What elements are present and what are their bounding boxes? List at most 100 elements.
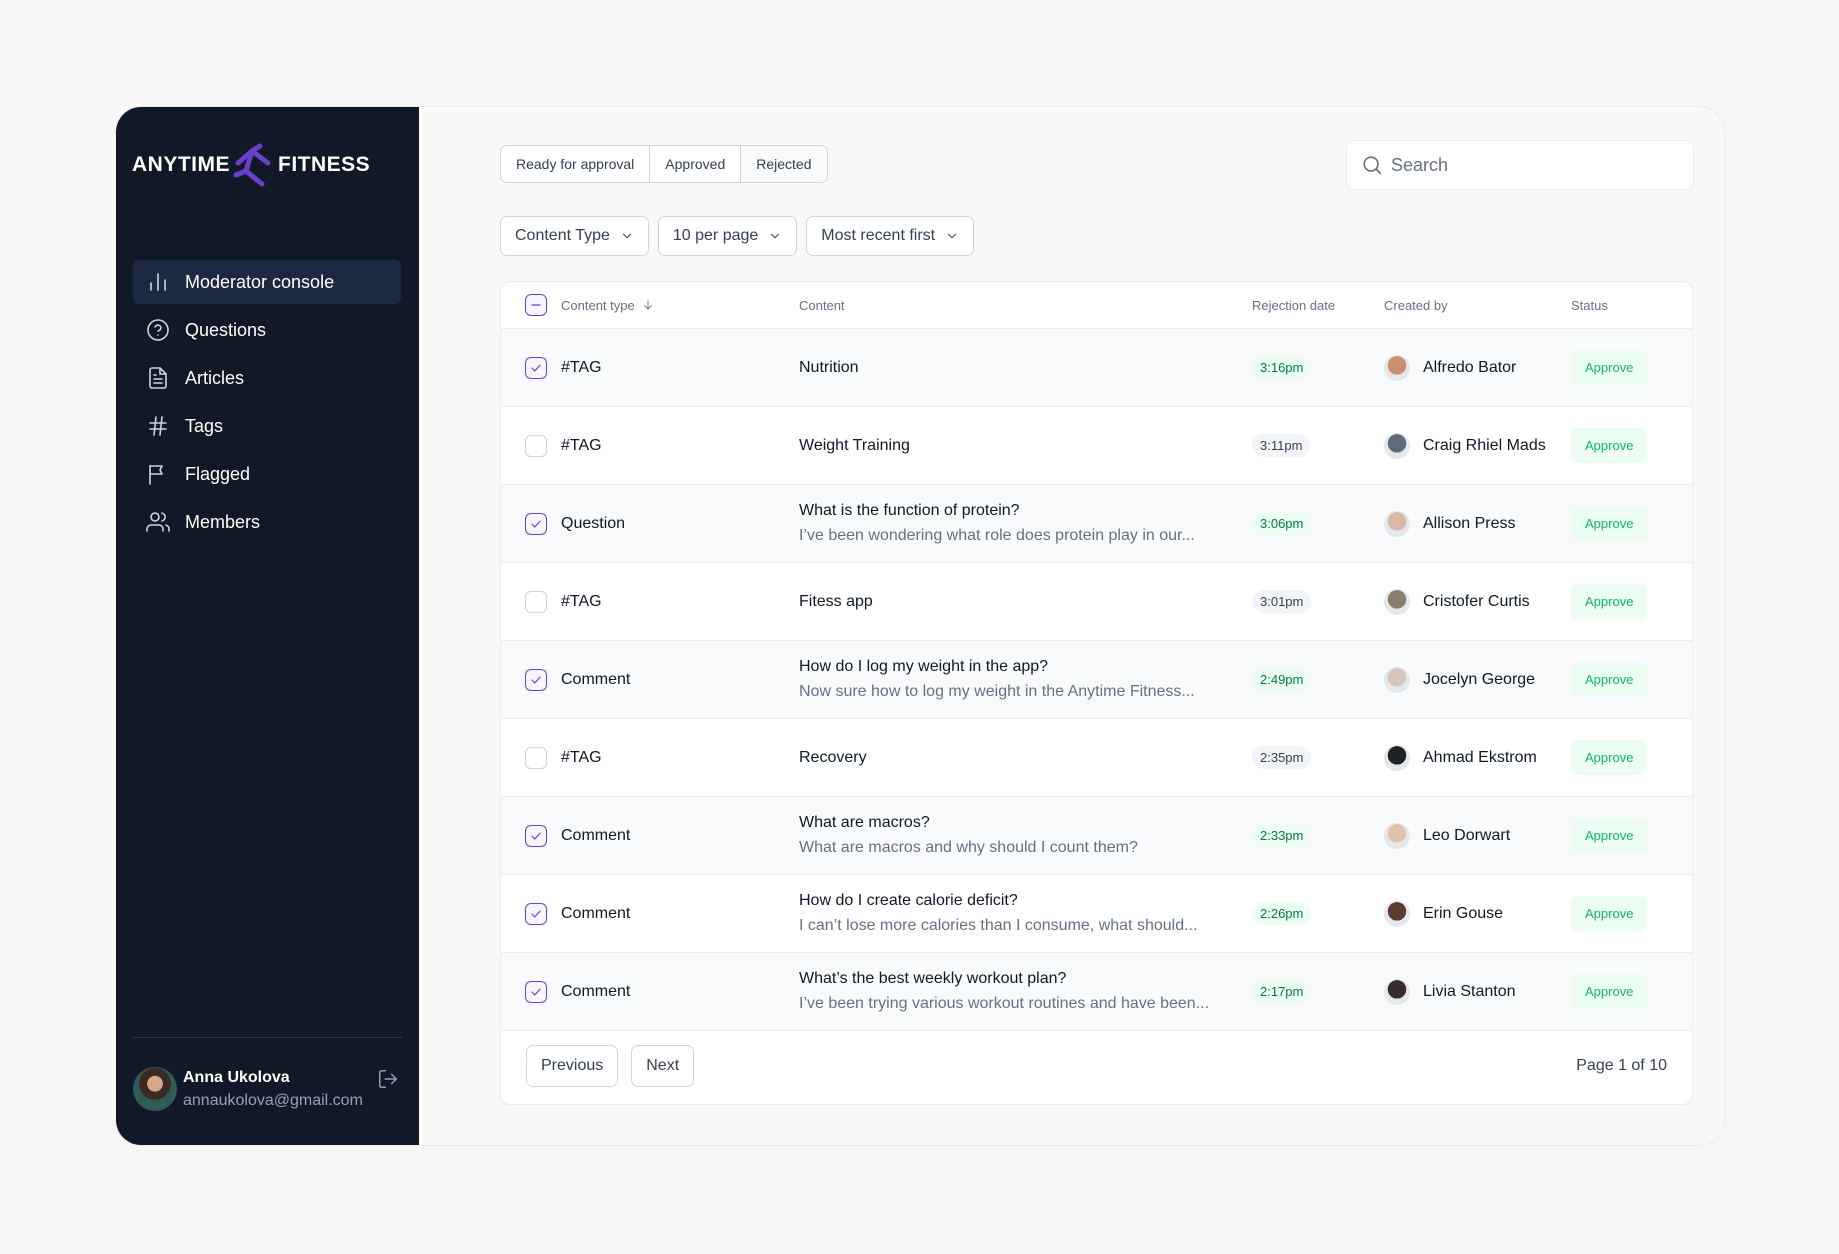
content-type-cell: Comment [561, 904, 631, 922]
chevron-down-icon [622, 233, 631, 239]
table-row[interactable]: #TAG Nutrition 3:16pm Alfredo Bator Approve [501, 329, 1692, 407]
status-cell: Approve [1571, 350, 1692, 385]
sidebar-item-moderator-console[interactable]: Moderator console [133, 260, 401, 304]
approve-button[interactable]: Approve [1571, 506, 1648, 541]
row-checkbox-cell [501, 590, 561, 613]
sidebar: ANYTIME FITNESS Moderator console Questi… [116, 107, 419, 1145]
tab-rejected[interactable]: Rejected [741, 146, 827, 182]
column-header-content-type[interactable]: Content type [561, 298, 799, 313]
row-checkbox[interactable] [525, 590, 547, 613]
table-row[interactable]: #TAG Weight Training 3:11pm Craig Rhiel Mad… [501, 407, 1692, 485]
avatar [1384, 354, 1410, 381]
sidebar-item-flagged[interactable]: Flagged [133, 452, 401, 496]
content-title: Fitess app [799, 592, 873, 610]
content-title: Nutrition [799, 358, 859, 376]
content-title: What’s the best weekly workout plan? [799, 970, 1067, 987]
avatar [1384, 588, 1410, 615]
table-row[interactable]: Comment How do I create calorie deficit? I… [501, 875, 1692, 953]
brand-logo[interactable]: ANYTIME FITNESS [132, 141, 404, 189]
time-badge: 3:01pm [1252, 590, 1312, 613]
brand-right: FITNESS [278, 153, 371, 176]
created-by-cell: Alfredo Bator [1384, 354, 1571, 381]
per-page-dropdown[interactable]: 10 per page [657, 216, 798, 256]
author-name: Alfredo Bator [1423, 358, 1517, 376]
content-cell: What are macros? What are macros and why … [799, 814, 1252, 857]
created-by-cell: Craig Rhiel Mads [1384, 432, 1571, 459]
content-type-cell: Comment [561, 982, 631, 1000]
sidebar-divider [133, 1037, 402, 1038]
content-type-cell: Question [561, 514, 626, 532]
time-badge: 2:17pm [1252, 980, 1312, 1003]
content-type-dropdown[interactable]: Content Type [500, 216, 649, 256]
sidebar-item-members[interactable]: Members [133, 500, 401, 544]
row-checkbox[interactable] [525, 746, 547, 769]
sidebar-item-label: Tags [185, 415, 224, 436]
sort-order-dropdown[interactable]: Most recent first [806, 216, 975, 256]
time-badge: 2:33pm [1252, 824, 1312, 847]
created-by-cell: Cristofer Curtis [1384, 588, 1571, 615]
table-row[interactable]: Comment What are macros? What are macros a… [501, 797, 1692, 875]
content-type-cell: Comment [561, 826, 631, 844]
content-type-cell: #TAG [561, 748, 602, 766]
row-checkbox[interactable] [525, 902, 547, 925]
approve-button[interactable]: Approve [1571, 350, 1648, 385]
app-window: ANYTIME FITNESS Moderator console Questi… [115, 106, 1725, 1146]
created-by-cell: Ahmad Ekstrom [1384, 744, 1571, 771]
author-name: Cristofer Curtis [1423, 592, 1530, 610]
status-cell: Approve [1571, 428, 1692, 463]
previous-button[interactable]: Previous [526, 1045, 619, 1087]
content-type-cell: #TAG [561, 592, 602, 610]
row-checkbox[interactable] [525, 356, 547, 379]
sidebar-item-articles[interactable]: Articles [133, 356, 401, 400]
author-name: Ahmad Ekstrom [1423, 748, 1537, 766]
table-row[interactable]: #TAG Recovery 2:35pm Ahmad Ekstrom Approve [501, 719, 1692, 797]
approve-button[interactable]: Approve [1571, 818, 1648, 853]
approve-button[interactable]: Approve [1571, 740, 1648, 775]
avatar [1384, 510, 1410, 537]
approve-button[interactable]: Approve [1571, 896, 1648, 931]
content-table: Content type Content Rejection date Crea… [500, 281, 1693, 1105]
time-badge: 2:35pm [1252, 746, 1312, 769]
table-body: #TAG Nutrition 3:16pm Alfredo Bator Approve #… [501, 329, 1692, 1031]
content-title: What are macros? [799, 814, 930, 831]
table-row[interactable]: Comment How do I log my weight in the app… [501, 641, 1692, 719]
help-circle-icon [145, 317, 171, 343]
tab-approved[interactable]: Approved [650, 146, 742, 182]
table-row[interactable]: Question What is the function of protein?… [501, 485, 1692, 563]
file-text-icon [145, 365, 171, 391]
approve-button[interactable]: Approve [1571, 584, 1648, 619]
approve-button[interactable]: Approve [1571, 662, 1648, 697]
table-row[interactable]: #TAG Fitess app 3:01pm Cristofer Curtis Appr… [501, 563, 1692, 641]
row-checkbox[interactable] [525, 824, 547, 847]
chevron-down-icon [948, 233, 957, 239]
rejection-date-cell: 2:33pm [1252, 824, 1384, 847]
status-cell: Approve [1571, 662, 1692, 697]
content-type-cell: #TAG [561, 358, 602, 376]
logout-icon[interactable] [377, 1068, 401, 1092]
content-preview: What are macros and why should I count t… [799, 839, 1138, 856]
status-cell: Approve [1571, 584, 1692, 619]
approve-button[interactable]: Approve [1571, 428, 1648, 463]
content-cell: Nutrition [799, 359, 1252, 377]
brand-left: ANYTIME [132, 153, 230, 176]
table-header: Content type Content Rejection date Crea… [501, 282, 1692, 329]
next-button[interactable]: Next [631, 1045, 695, 1087]
minus-icon [531, 304, 541, 306]
content-preview: I’ve been wondering what role does prote… [799, 527, 1195, 544]
column-label: Content type [561, 297, 635, 313]
select-all-checkbox[interactable] [525, 294, 547, 316]
row-checkbox[interactable] [525, 434, 547, 457]
sidebar-item-questions[interactable]: Questions [133, 308, 401, 352]
tab-ready-for-approval[interactable]: Ready for approval [501, 146, 651, 182]
bar-chart-icon [145, 269, 171, 295]
search-input[interactable] [1391, 154, 1671, 176]
approve-button[interactable]: Approve [1571, 974, 1648, 1009]
column-header-rejection-date: Rejection date [1252, 297, 1336, 313]
user-name: Anna Ukolova [183, 1068, 290, 1086]
sidebar-item-tags[interactable]: Tags [133, 404, 401, 448]
table-row[interactable]: Comment What’s the best weekly workout pl… [501, 953, 1692, 1031]
row-checkbox[interactable] [525, 980, 547, 1003]
created-by-cell: Leo Dorwart [1384, 822, 1571, 849]
row-checkbox[interactable] [525, 512, 547, 535]
row-checkbox[interactable] [525, 668, 547, 691]
